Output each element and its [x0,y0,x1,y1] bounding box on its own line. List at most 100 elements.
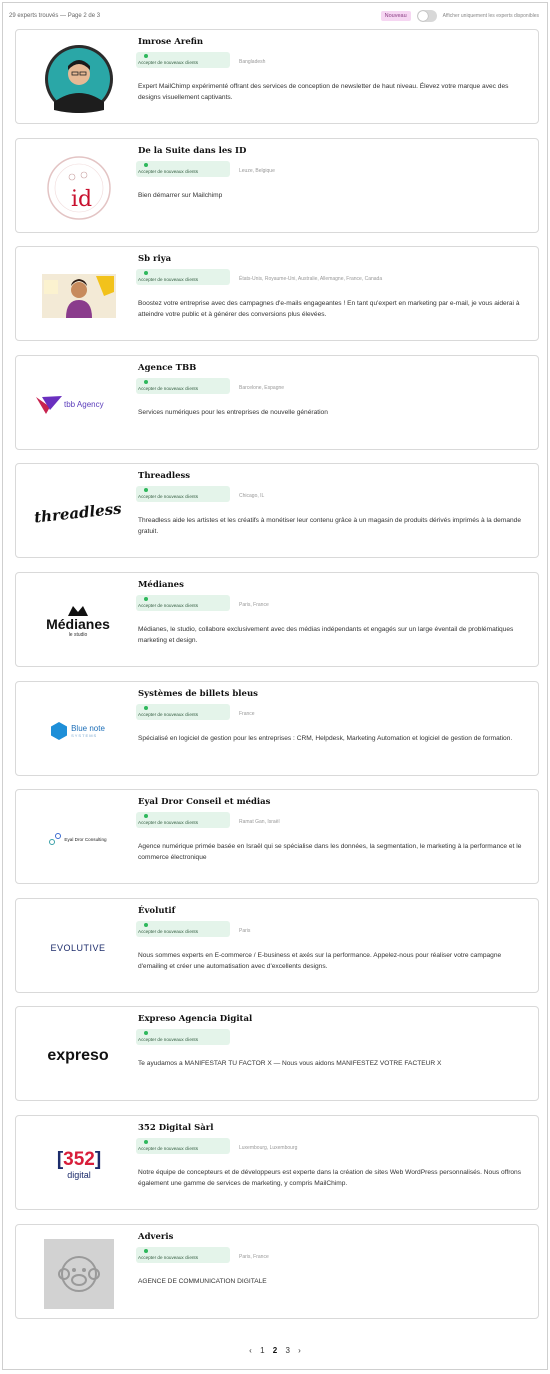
status-badge: Accepter de nouveaux clients [136,52,230,68]
expert-card[interactable]: [352] digital 352 Digital Sàrl Accepter … [15,1114,539,1210]
expert-location: Paris [239,927,251,934]
page-link-2[interactable]: 2 [273,1346,277,1355]
status-dot-icon [144,814,148,819]
tbb-logo-icon [36,395,62,414]
status-text: Accepter de nouveaux clients [138,602,199,608]
status-badge: Accepter de nouveaux clients [136,1137,230,1154]
expert-name: Eyal Dror Conseil et médias [138,797,271,808]
status-text: Accepter de nouveaux clients [138,1037,199,1043]
expert-description: Threadless aide les artistes et les créa… [138,517,521,536]
expert-name: De la Suite dans les ID [138,145,247,156]
expert-description: Boostez votre entreprise avec des campag… [138,300,520,319]
expert-description: Te ayudamos a MANIFESTAR TU FACTOR X — N… [138,1060,442,1068]
expert-logo: tbb Agency [36,370,120,440]
bluenote-logo-text: Blue note [71,723,105,733]
expert-card[interactable]: Médianes le studio Médianes Accepter de … [15,571,539,667]
status-badge: Accepter de nouveaux clients [136,377,230,394]
availability-filter: Nouveau Afficher uniquement les experts … [380,10,539,22]
eyal-dror-logo-icon [49,833,62,846]
status-dot-icon [144,1031,148,1036]
expert-card[interactable]: Sb riya Accepter de nouveaux clients Éta… [15,246,539,342]
status-dot-icon [144,705,148,710]
expert-name: Threadless [138,471,191,482]
status-text: Accepter de nouveaux clients [138,168,199,174]
expert-card[interactable]: Eyal Dror Consulting Eyal Dror Conseil e… [15,789,539,885]
prev-page-button[interactable]: ‹ [249,1346,252,1355]
experts-list: Imrose Arefin Accepter de nouveaux clien… [3,29,547,1319]
expert-location: États-Unis, Royaume-Uni, Australie, Alle… [239,276,383,283]
expert-location: Bangladesh [239,59,266,65]
expert-name: Adveris [138,1231,174,1242]
tbb-logo-text: tbb Agency [64,400,104,410]
expert-description: Agence numérique primée basée en Israël … [138,843,522,862]
page-link-1[interactable]: 1 [260,1346,264,1355]
expert-logo: Eyal Dror Consulting [30,804,126,874]
expert-logo: Blue note SYSTEMS [36,696,120,766]
expert-description: Bien démarrer sur Mailchimp [138,191,223,199]
expert-logo: [352] digital [44,1130,114,1200]
expert-card[interactable]: threadless Threadless Accepter de nouvea… [15,463,539,559]
expert-card[interactable]: Imrose Arefin Accepter de nouveaux clien… [15,29,539,124]
next-page-button[interactable]: › [298,1346,301,1355]
status-badge: Accepter de nouveaux clients [136,160,230,177]
status-badge: Accepter de nouveaux clients [136,594,230,611]
status-text: Accepter de nouveaux clients [138,1254,199,1260]
expert-logo [42,261,116,331]
expert-card[interactable]: Adveris Accepter de nouveaux clients Par… [15,1223,539,1319]
expert-logo: Médianes le studio [36,587,120,657]
status-text: Accepter de nouveaux clients [138,711,199,717]
status-text: Accepter de nouveaux clients [138,820,199,826]
expert-logo: id [44,153,114,223]
available-only-toggle[interactable] [416,10,437,22]
results-count: 29 experts trouvés — Page 2 de 3 [9,13,101,19]
status-dot-icon [144,1248,148,1253]
status-badge: Accepter de nouveaux clients [136,812,230,829]
medianes-logo-icon [68,605,88,616]
expert-card[interactable]: EVOLUTIVE Évolutif Accepter de nouveaux … [15,897,539,993]
bluenote-logo-subtext: SYSTEMS [71,732,98,738]
status-dot-icon [144,922,148,927]
pagination: ‹ 1 2 3 › [3,1346,547,1355]
expert-logo: expreso [36,1021,120,1091]
status-badge: Accepter de nouveaux clients [136,269,230,286]
expert-logo: threadless [33,478,123,548]
status-text: Accepter de nouveaux clients [138,1145,199,1151]
expert-location: France [239,710,255,717]
352-logo-number: 352 [63,1148,95,1170]
status-text: Accepter de nouveaux clients [138,928,199,934]
status-text: Accepter de nouveaux clients [138,60,199,65]
expert-logo [44,1238,114,1309]
expert-location: Paris, France [239,1253,269,1260]
portrait-photo-icon [45,45,113,113]
status-dot-icon [144,488,148,493]
352-logo-subtext: digital [67,1169,91,1180]
expert-location: Chicago, IL [239,493,265,500]
medianes-logo-subtext: le studio [68,631,88,638]
status-text: Accepter de nouveaux clients [138,385,199,391]
expert-name: Agence TBB [138,362,197,373]
expert-name: 352 Digital Sàrl [138,1122,214,1133]
expert-description: Nous sommes experts en E-commerce / E-bu… [138,951,502,970]
status-dot-icon [144,54,148,58]
expert-location: Leuze, Belgique [239,167,275,174]
riya-photo-icon [42,274,116,319]
expert-card[interactable]: id De la Suite dans les ID Accepter de n… [15,137,539,233]
expert-location: Paris, France [239,601,269,608]
bluenote-logo-wordmark: Blue note SYSTEMS [71,724,105,738]
expert-location: Luxembourg, Luxembourg [239,1144,298,1151]
available-only-label: Afficher uniquement les experts disponib… [442,13,539,19]
page-link-3[interactable]: 3 [285,1346,289,1355]
expert-description: Notre équipe de concepteurs et de dévelo… [138,1168,522,1187]
expert-card[interactable]: Blue note SYSTEMS Systèmes de billets bl… [15,680,539,776]
expert-name: Expreso Agencia Digital [138,1014,253,1025]
expert-logo: EVOLUTIVE [32,913,124,983]
expert-card[interactable]: tbb Agency Agence TBB Accepter de nouvea… [15,354,539,450]
monkey-icon [58,1255,100,1292]
bluenote-logo-icon [51,721,68,740]
expert-description: Médianes, le studio, collabore exclusive… [138,625,514,644]
toggle-knob [417,11,428,21]
status-badge: Accepter de nouveaux clients [136,1029,230,1046]
expert-card[interactable]: expreso Expreso Agencia Digital Accepter… [15,1006,539,1102]
threadless-logo-text: threadless [33,499,123,527]
expert-description: Spécialisé en logiciel de gestion pour l… [138,734,513,742]
